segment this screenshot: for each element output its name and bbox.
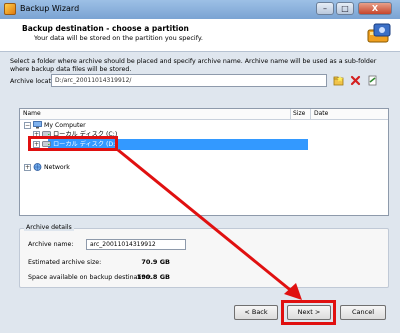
cancel-button[interactable]: Cancel (340, 305, 386, 320)
archive-details-group: Archive name: arc_20011014319912 Estimat… (19, 228, 389, 288)
backup-drive-icon (367, 23, 391, 43)
tree-item-label: My Computer (44, 122, 86, 129)
back-button[interactable]: < Back (234, 305, 278, 320)
properties-icon[interactable] (367, 75, 378, 86)
instructions-text: Select a folder where archive should be … (10, 58, 377, 73)
title-bar: Backup Wizard – □ X (0, 0, 400, 20)
wizard-header: Backup destination - choose a partition … (0, 19, 400, 52)
maximize-button[interactable]: □ (336, 2, 354, 15)
collapse-icon[interactable]: − (24, 122, 31, 129)
tree-header: Name Size Date (20, 109, 388, 120)
expand-icon[interactable]: + (24, 164, 31, 171)
network-icon (33, 163, 42, 171)
page-subtitle: Your data will be stored on the partitio… (34, 34, 203, 42)
archive-details-legend: Archive details (24, 224, 74, 231)
space-available-label: Space available on backup destination: (28, 274, 152, 281)
column-divider[interactable] (290, 109, 291, 119)
archive-location-field[interactable]: D:/arc_20011014319912/ (51, 74, 327, 87)
minimize-button[interactable]: – (316, 2, 334, 15)
tree-item-label: Network (44, 164, 70, 171)
column-divider[interactable] (310, 109, 311, 119)
column-size[interactable]: Size (293, 110, 305, 117)
close-button[interactable]: X (358, 2, 392, 15)
next-highlight-box (281, 300, 336, 325)
column-date[interactable]: Date (314, 110, 328, 117)
folder-tree[interactable]: Name Size Date − My Computer + ローカル ディスク… (19, 108, 389, 216)
app-icon (4, 3, 16, 15)
delete-icon[interactable] (350, 75, 361, 86)
space-available-value: 190.8 GB (136, 273, 170, 281)
window-title: Backup Wizard (20, 4, 80, 13)
estimated-size-value: 70.9 GB (141, 258, 170, 266)
new-folder-icon[interactable] (333, 75, 344, 86)
archive-name-label: Archive name: (28, 241, 74, 248)
drive-d-highlight-box (28, 136, 118, 151)
column-name[interactable]: Name (23, 110, 41, 117)
page-title: Backup destination - choose a partition (22, 24, 189, 33)
computer-icon (33, 121, 42, 129)
estimated-size-label: Estimated archive size: (28, 259, 102, 266)
archive-name-input[interactable]: arc_20011014319912 (86, 239, 186, 250)
